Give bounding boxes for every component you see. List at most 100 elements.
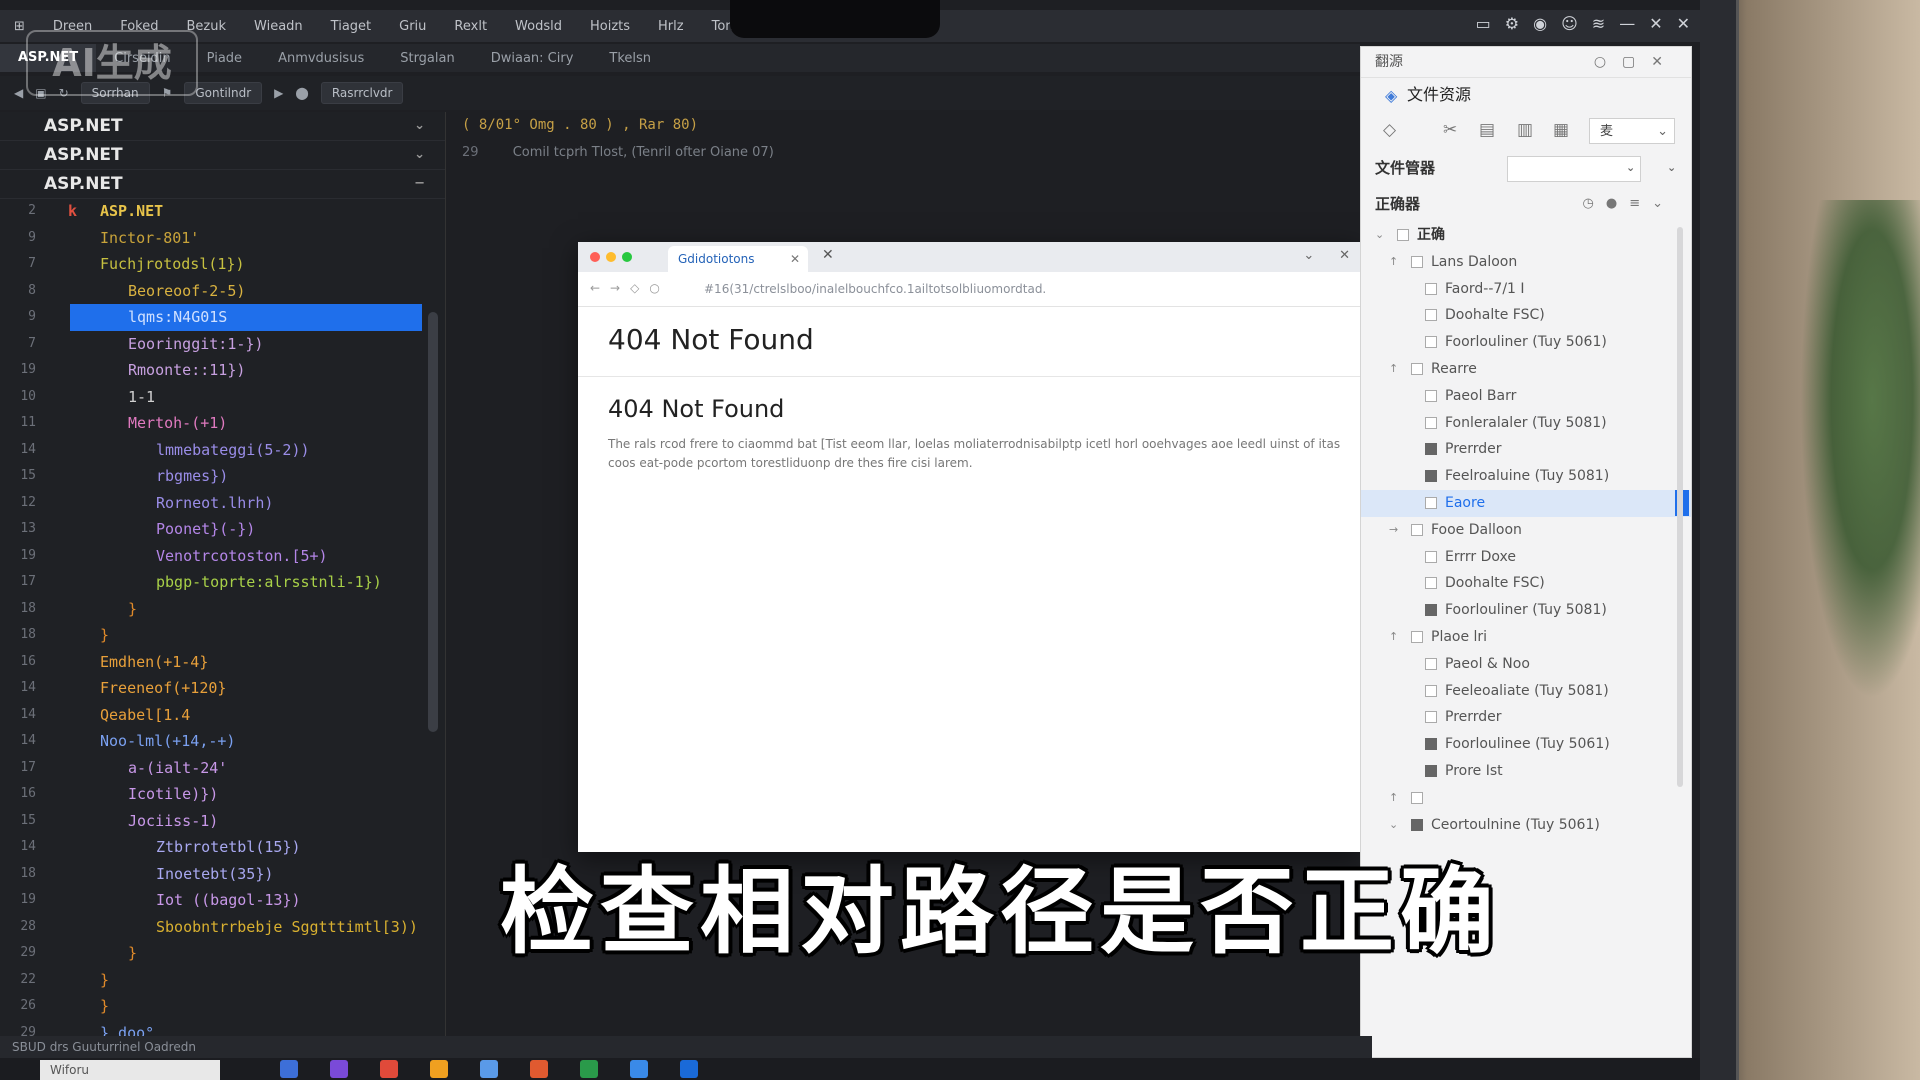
nav-buttons[interactable]: ←→◇○ [590, 281, 670, 295]
menu-item[interactable]: Wieadn [240, 19, 317, 34]
run-icon[interactable]: ▶ [274, 86, 283, 100]
paste-icon[interactable]: ▦ [1553, 120, 1569, 140]
code-editor[interactable]: 2 k ASP.NET 9 Inctor-801' 7 Fuchjrotodsl(1}) 8 B… [0, 198, 430, 1046]
code-line[interactable]: 9 Inctor-801' [0, 225, 430, 252]
code-line[interactable]: 18} [0, 622, 430, 649]
tree-item[interactable]: Eaore [1361, 489, 1691, 517]
tree-item[interactable]: ↑ Lans Daloon [1361, 249, 1691, 276]
code-line[interactable]: 29} [0, 940, 430, 967]
tree-checkbox[interactable] [1425, 496, 1437, 509]
tree-checkbox[interactable] [1425, 738, 1437, 751]
tree-checkbox[interactable] [1425, 282, 1437, 295]
tree-checkbox[interactable] [1425, 657, 1437, 670]
tree-item[interactable]: Foorloulinee (Tuy 5061) [1361, 731, 1691, 758]
code-line[interactable]: 26} [0, 993, 430, 1020]
code-line[interactable]: 14 Noo-lml(+14,-+) [0, 728, 430, 755]
tree-item[interactable]: Feeleoaliate (Tuy 5081) [1361, 678, 1691, 705]
app-icon[interactable] [630, 1060, 648, 1078]
tree-item[interactable]: Foorlouliner (Tuy 5061) [1361, 329, 1691, 356]
tree-checkbox[interactable] [1425, 604, 1437, 617]
view-select[interactable]: 麦 ⌄ [1589, 118, 1675, 144]
code-line[interactable]: 2 k ASP.NET [0, 198, 430, 225]
tree-checkbox[interactable] [1411, 523, 1423, 536]
tab[interactable]: Piade [189, 51, 260, 66]
tree-checkbox[interactable] [1425, 416, 1437, 429]
code-line[interactable]: 12 Rorneot.lhrh) [0, 490, 430, 517]
close-icon[interactable]: ✕ [1677, 14, 1690, 33]
chevron-down-icon[interactable]: ⌄ [1626, 150, 1635, 186]
tree-checkbox[interactable] [1425, 389, 1437, 402]
app-icon[interactable] [680, 1060, 698, 1078]
section-actions-icon[interactable]: ◷●≡⌄ [1583, 186, 1675, 222]
code-line[interactable]: 16 Icotile)}) [0, 781, 430, 808]
tag-icon[interactable]: ◇ [1383, 120, 1396, 140]
expand-arrow-icon[interactable]: ⌄ [1389, 812, 1398, 839]
tree-checkbox[interactable] [1425, 684, 1437, 697]
tree-item[interactable]: Prerrder [1361, 704, 1691, 731]
notification-icon[interactable]: ◉ [1533, 14, 1547, 33]
code-line[interactable]: 19 Iot ((bagol-13}) [0, 887, 430, 914]
tree-checkbox[interactable] [1425, 336, 1437, 349]
chevron-down-icon[interactable]: ⌄ [414, 112, 425, 140]
expand-arrow-icon[interactable]: → [1389, 517, 1398, 544]
settings-icon[interactable]: ⚙ [1505, 14, 1519, 33]
tab[interactable]: Tkelsn [591, 51, 669, 66]
menu-item[interactable]: Rexlt [440, 19, 501, 34]
tab[interactable]: Strgalan [382, 51, 473, 66]
menu-item[interactable]: Tiaget [317, 19, 385, 34]
debug-icon[interactable]: ⬤ [295, 86, 308, 100]
code-line[interactable]: 16 Emdhen(+1-4} [0, 649, 430, 676]
menu-item[interactable]: Wodsld [501, 19, 576, 34]
filter-input[interactable] [1507, 156, 1641, 182]
code-line[interactable]: 15 Jociiss-1) [0, 808, 430, 835]
tree-checkbox[interactable] [1397, 229, 1409, 241]
tree-item[interactable]: Doohalte FSC) [1361, 302, 1691, 329]
app-icon[interactable] [530, 1060, 548, 1078]
tree-item[interactable]: ↑ [1361, 785, 1691, 812]
tree-item[interactable]: Prore Ist [1361, 758, 1691, 785]
tab[interactable]: Anmvdusisus [260, 51, 382, 66]
browser-close-icon[interactable]: ⌄ ✕ [1303, 248, 1350, 263]
code-line[interactable]: 7 Fuchjrotodsl(1}) [0, 251, 430, 278]
app-icon[interactable] [380, 1060, 398, 1078]
code-line[interactable]: 22} [0, 967, 430, 994]
code-line[interactable]: 11 Mertoh-(+1) [0, 410, 430, 437]
tree-item[interactable]: Feelroaluine (Tuy 5081) [1361, 463, 1691, 490]
tree-checkbox[interactable] [1411, 255, 1423, 268]
minimize-icon[interactable]: — [1619, 14, 1635, 33]
code-line[interactable]: 13 Poonet}(-}) [0, 516, 430, 543]
layout-icon[interactable]: ▭ [1476, 14, 1491, 33]
app-icon[interactable] [330, 1060, 348, 1078]
code-line[interactable]: 10 1-1 [0, 384, 430, 411]
tree-checkbox[interactable] [1425, 443, 1437, 456]
tree-item[interactable]: Foorlouliner (Tuy 5081) [1361, 597, 1691, 624]
app-icon[interactable] [480, 1060, 498, 1078]
code-line[interactable]: 9 lqms:N4G01S [28, 304, 422, 331]
app-icon[interactable] [580, 1060, 598, 1078]
back-icon[interactable]: ◀ [14, 86, 23, 100]
expand-arrow-icon[interactable]: ↑ [1389, 356, 1398, 383]
tree-checkbox[interactable] [1411, 791, 1423, 804]
minimize-dot-icon[interactable] [606, 252, 616, 262]
tree-checkbox[interactable] [1425, 764, 1437, 777]
tree-item[interactable]: Prerrder [1361, 436, 1691, 463]
cut-icon[interactable]: ✂ [1443, 120, 1457, 140]
expand-arrow-icon[interactable]: ⌄ [1375, 222, 1384, 249]
tree-item[interactable]: ↑ Plaoe lri [1361, 624, 1691, 651]
code-line[interactable]: 17 a-(ialt-24' [0, 755, 430, 782]
tree-checkbox[interactable] [1425, 577, 1437, 590]
tree-checkbox[interactable] [1425, 470, 1437, 483]
code-line[interactable]: 18} [0, 596, 430, 623]
expand-arrow-icon[interactable]: ↑ [1389, 785, 1398, 812]
app-icon[interactable] [430, 1060, 448, 1078]
url-field[interactable]: #16(31/ctrelslboo/inalelbouchfco.1ailtot… [704, 282, 1046, 296]
tree-item[interactable]: ⌄ Ceortoulnine (Tuy 5061) [1361, 812, 1691, 839]
wifi-icon[interactable]: ≋ [1592, 14, 1605, 33]
browser-tab[interactable]: Gdidotiotons ✕ [668, 246, 808, 272]
tree-item[interactable]: ⌄ 正确 [1361, 222, 1691, 249]
tree-checkbox[interactable] [1425, 550, 1437, 563]
tree-checkbox[interactable] [1411, 818, 1423, 831]
close-dot-icon[interactable] [590, 252, 600, 262]
new-tab-icon[interactable]: ✕ [822, 247, 834, 263]
menu-item[interactable]: Hrlz [644, 19, 698, 34]
